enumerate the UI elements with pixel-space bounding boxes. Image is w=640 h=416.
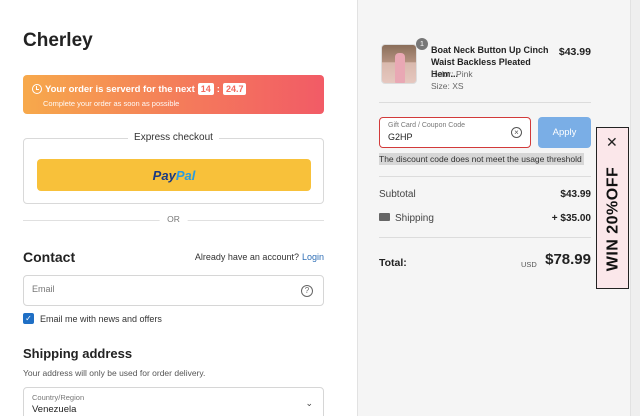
chevron-down-icon: ⌄ xyxy=(305,398,313,408)
promo-text-wrap: WIN 20%OFF xyxy=(597,154,630,284)
subtotal-row: Subtotal $43.99 xyxy=(379,189,591,200)
email-input[interactable] xyxy=(32,284,282,294)
close-icon[interactable]: ✕ xyxy=(606,134,618,151)
promo-text: WIN 20%OFF xyxy=(604,166,622,272)
subtotal-value: $43.99 xyxy=(560,189,591,200)
shipping-row: Shipping + $35.00 xyxy=(379,213,591,224)
total-currency: USD xyxy=(521,260,537,269)
timer-seconds: 24.7 xyxy=(222,83,247,95)
newsletter-option[interactable]: ✓ Email me with news and offers xyxy=(23,313,162,324)
newsletter-label: Email me with news and offers xyxy=(40,313,162,324)
timer-subtext: Complete your order as soon as possible xyxy=(43,99,180,108)
quantity-badge: 1 xyxy=(416,38,428,50)
product-thumbnail xyxy=(381,44,417,84)
timer-line: Your order is serverd for the next 14 : … xyxy=(32,83,247,95)
apply-button[interactable]: Apply xyxy=(538,117,591,148)
help-icon[interactable]: ? xyxy=(301,285,313,297)
express-checkout: Express checkout Pay Pal xyxy=(23,132,324,204)
country-label: Country/Region xyxy=(32,393,85,402)
product-image-figure xyxy=(395,53,405,83)
product-size: Size: XS xyxy=(431,81,464,91)
or-divider: OR xyxy=(23,214,324,226)
timer-minutes: 14 xyxy=(197,83,214,95)
country-value: Venezuela xyxy=(32,404,77,415)
divider xyxy=(379,176,591,177)
paypal-button[interactable]: Pay Pal xyxy=(37,159,311,191)
total-value: $78.99 xyxy=(545,251,591,268)
coupon-input[interactable] xyxy=(388,132,503,142)
coupon-field[interactable]: Gift Card / Coupon Code × xyxy=(379,117,531,148)
subtotal-label: Subtotal xyxy=(379,189,416,200)
account-prompt: Already have an account? Login xyxy=(195,252,324,262)
email-field[interactable]: ? xyxy=(23,275,324,306)
coupon-label: Gift Card / Coupon Code xyxy=(388,122,466,129)
total-label: Total: xyxy=(379,257,407,269)
product-color: Color: Pink xyxy=(431,69,473,79)
express-checkout-label: Express checkout xyxy=(128,132,219,143)
newsletter-checkbox[interactable]: ✓ xyxy=(23,313,34,324)
coupon-error-message: The discount code does not meet the usag… xyxy=(379,153,584,165)
clear-icon[interactable]: × xyxy=(511,127,522,138)
shipping-note: Your address will only be used for order… xyxy=(23,368,206,378)
promo-popup-tab[interactable]: ✕ WIN 20%OFF xyxy=(596,127,629,289)
timer-colon: : xyxy=(216,83,220,95)
checkout-main-panel: Cherley Your order is serverd for the ne… xyxy=(0,0,357,416)
divider xyxy=(379,102,591,103)
contact-heading: Contact xyxy=(23,249,76,265)
login-link[interactable]: Login xyxy=(302,252,324,262)
truck-icon xyxy=(379,213,390,221)
country-select[interactable]: Country/Region Venezuela ⌄ xyxy=(23,387,324,416)
paypal-logo-pal: Pal xyxy=(175,167,196,183)
shipping-heading: Shipping address xyxy=(23,346,133,361)
account-prompt-text: Already have an account? xyxy=(194,252,299,262)
clock-icon xyxy=(32,84,42,94)
paypal-logo-pay: Pay xyxy=(152,167,176,183)
or-label: OR xyxy=(159,214,188,224)
order-timer-banner: Your order is serverd for the next 14 : … xyxy=(23,75,324,114)
scrollbar[interactable] xyxy=(630,0,640,416)
store-logo[interactable]: Cherley xyxy=(23,30,93,52)
product-price: $43.99 xyxy=(558,46,591,58)
divider xyxy=(379,237,591,238)
timer-text: Your order is serverd for the next xyxy=(45,83,195,95)
shipping-label: Shipping xyxy=(395,213,434,224)
shipping-value: + $35.00 xyxy=(551,213,591,224)
